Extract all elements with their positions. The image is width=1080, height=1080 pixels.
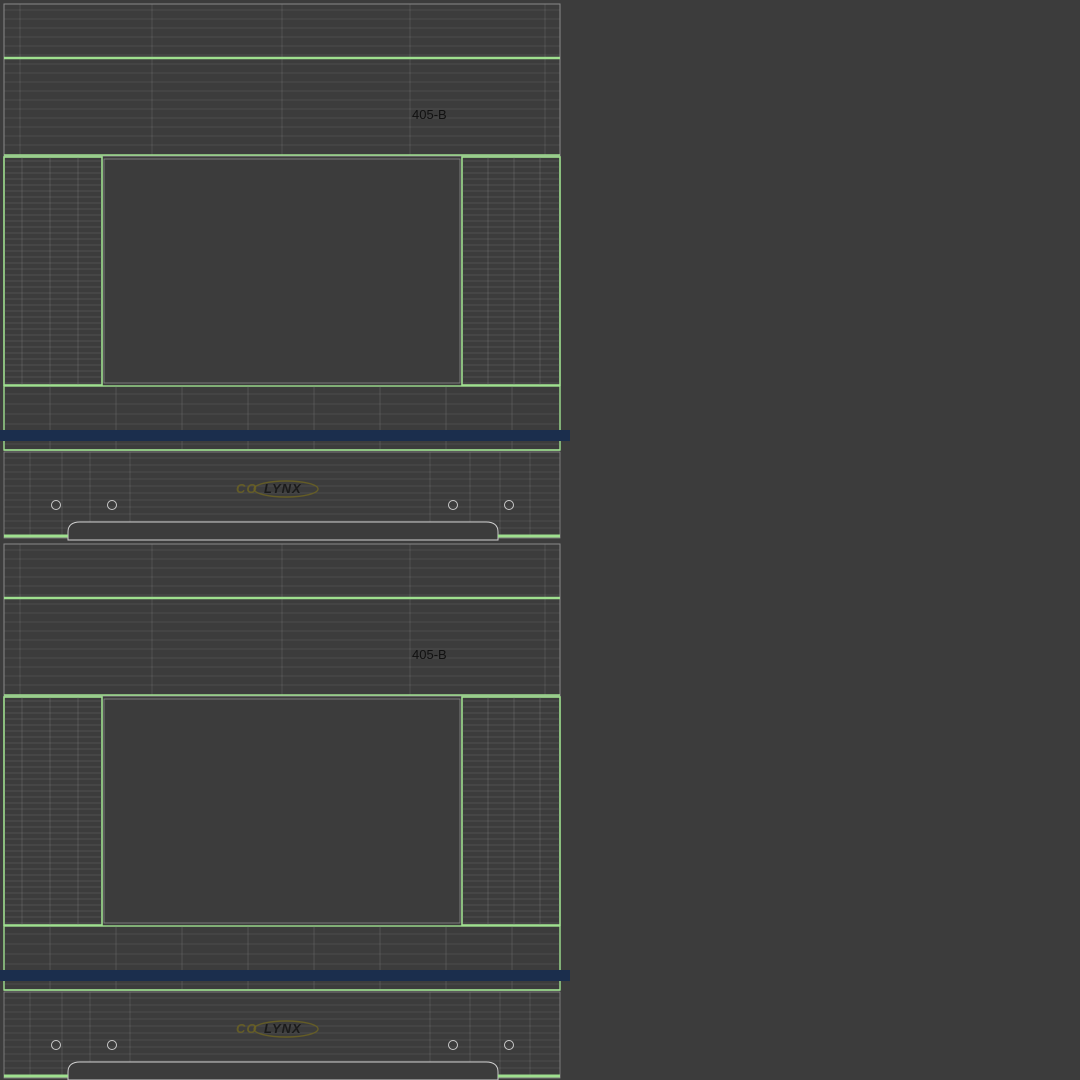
lynx-logo: CO LYNX (236, 480, 319, 498)
mount-hole (448, 500, 458, 510)
part-number-label: 405-B (412, 107, 447, 122)
logo-prefix: CO (236, 1021, 258, 1036)
window-opening (103, 158, 461, 384)
part-number-label: 405-B (412, 647, 447, 662)
uv-sheet-top: 405-B CO LYNX (0, 3, 570, 541)
mount-hole (107, 1040, 117, 1050)
mount-hole (504, 1040, 514, 1050)
mount-hole (51, 1040, 61, 1050)
mount-hole (51, 500, 61, 510)
blue-stripe (0, 430, 570, 441)
logo-text: LYNX (264, 1021, 302, 1036)
bottom-notch-cutout (67, 1061, 499, 1080)
uv-sheet-bottom: 405-B CO LYNX (0, 543, 570, 1080)
logo-prefix: CO (236, 481, 258, 496)
bottom-notch-cutout (67, 521, 499, 541)
window-opening (103, 698, 461, 924)
mount-hole (107, 500, 117, 510)
mount-hole (448, 1040, 458, 1050)
uv-texture-map: 405-B CO LYNX 405-B CO LYNX (0, 3, 570, 1080)
mount-hole (504, 500, 514, 510)
blue-stripe (0, 970, 570, 981)
logo-text: LYNX (264, 481, 302, 496)
lynx-logo: CO LYNX (236, 1020, 319, 1038)
